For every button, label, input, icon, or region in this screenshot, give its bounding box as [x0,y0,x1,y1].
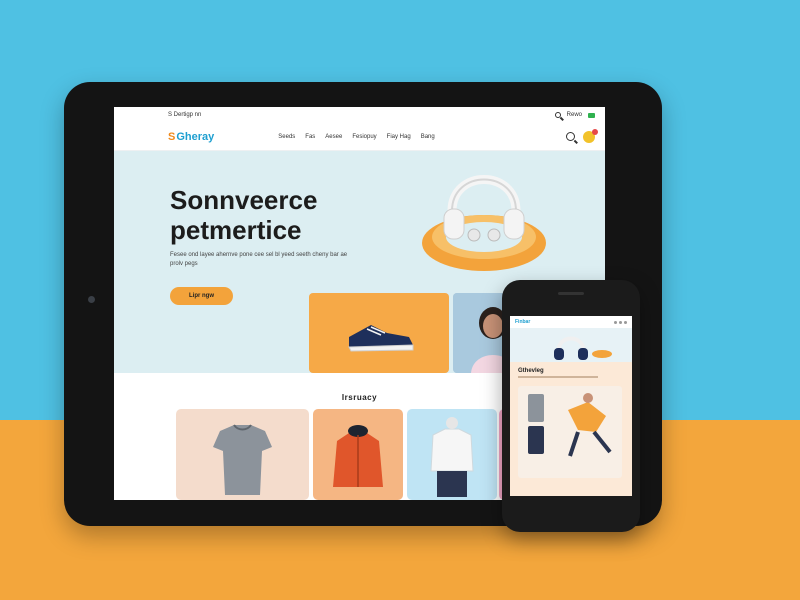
nav-link-4[interactable]: Fesiopuy [352,134,376,140]
orange-jacket-image [333,425,383,487]
nav-icons [566,128,598,143]
phone-nav: Finbar [510,316,632,328]
logo-mark-icon: S [168,130,176,143]
headphones-illustration [422,175,546,271]
nav-link-3[interactable]: Aesee [325,134,342,140]
phone-device: Finbar Gthevleg [502,280,640,532]
product-card-1[interactable] [176,409,309,500]
phone-nav-icons [614,320,627,324]
search-icon[interactable] [554,112,561,118]
phone-section-subtitle [518,376,598,378]
phone-section-title: Gthevleg [518,368,544,374]
phone-models-image [528,393,612,457]
phone-speaker [558,292,584,295]
phone-section: Gthevleg [510,362,632,496]
phone-logo[interactable]: Finbar [515,319,530,325]
nav-link-2[interactable]: Fas [305,134,315,140]
sneaker-image [348,325,414,352]
gray-tshirt-image [213,424,272,495]
cart-icon[interactable] [583,128,598,143]
tablet-camera [88,296,95,303]
phone-hero [510,328,632,362]
hero-title: Sonnveerce petmertice [170,185,318,245]
flag-icon[interactable] [588,112,595,118]
product-card-3[interactable] [407,409,497,500]
utility-right-text: Rewo [566,112,582,118]
phone-product-card[interactable] [518,386,622,478]
nav-link-1[interactable]: Seeds [278,134,295,140]
nav-links: Seeds Fas Aesee Fesiopuy Fiay Hag Bang [278,134,434,140]
utility-bar: S Dertigp nn Rewo [114,107,605,123]
white-shirt-image [430,417,474,497]
product-card-2[interactable] [313,409,403,500]
phone-headphones-image [554,336,612,360]
utility-left-text: S Dertigp nn [168,112,202,118]
nav-link-5[interactable]: Fiay Hag [387,134,411,140]
site-logo[interactable]: SGheray [168,131,214,143]
hero-cta-button[interactable]: Lipr ngw [170,287,233,305]
main-nav: SGheray Seeds Fas Aesee Fesiopuy Fiay Ha… [114,123,605,151]
hero-subtitle: Fesee ond layee ahernve pone cee sel bl … [170,252,348,267]
promo-sneaker-card[interactable] [309,293,449,373]
utility-right: Rewo [554,112,595,118]
phone-screen: Finbar Gthevleg [510,316,632,496]
logo-text: Gheray [176,130,215,143]
nav-link-6[interactable]: Bang [421,134,435,140]
search-icon[interactable] [566,132,575,141]
